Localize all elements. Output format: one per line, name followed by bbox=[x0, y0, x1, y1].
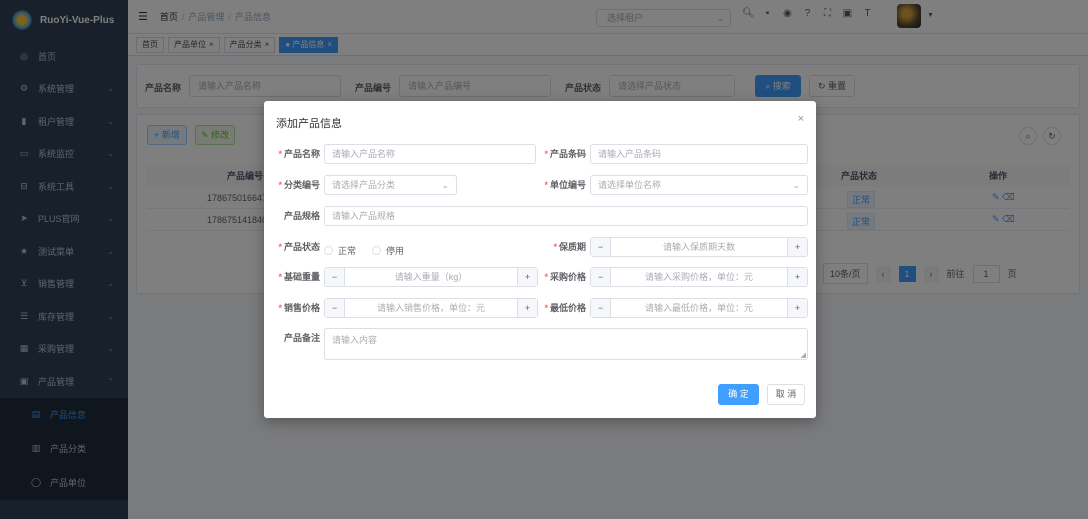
remark-textarea[interactable]: 请输入内容 ◢ bbox=[324, 328, 808, 360]
category-select[interactable]: 请选择产品分类 ⌄ bbox=[324, 175, 457, 195]
resize-handle-icon[interactable]: ◢ bbox=[801, 351, 806, 359]
spec-input[interactable]: 请输入产品规格 bbox=[324, 206, 808, 226]
product-name-input[interactable]: 请输入产品名称 bbox=[324, 144, 536, 164]
decrease-button[interactable]: − bbox=[591, 268, 611, 286]
purchase-price-label: * 采购价格 bbox=[544, 272, 586, 282]
status-label: * 产品状态 bbox=[278, 242, 320, 252]
decrease-button[interactable]: − bbox=[325, 268, 345, 286]
barcode-label: * 产品条码 bbox=[544, 149, 586, 159]
sale-price-stepper[interactable]: − 请输入销售价格，单位：元 + bbox=[324, 298, 538, 318]
spec-label: 产品规格 bbox=[283, 211, 320, 221]
category-label: * 分类编号 bbox=[278, 180, 320, 190]
increase-button[interactable]: + bbox=[787, 299, 807, 317]
weight-label: * 基础重量 bbox=[278, 272, 320, 282]
status-radio-disabled[interactable]: 停用 bbox=[372, 244, 404, 257]
cancel-button[interactable]: 取 消 bbox=[767, 384, 805, 405]
add-product-dialog: 添加产品信息 × * 产品名称 请输入产品名称 * 产品条码 请输入产品条码 * 分类… bbox=[264, 101, 816, 418]
name-label: * 产品名称 bbox=[278, 149, 320, 159]
remark-label: 产品备注 bbox=[283, 333, 320, 343]
status-radio-normal[interactable]: 正常 bbox=[324, 244, 356, 257]
decrease-button[interactable]: − bbox=[591, 238, 611, 256]
weight-stepper[interactable]: − 请输入重量（kg） + bbox=[324, 267, 538, 287]
increase-button[interactable]: + bbox=[787, 238, 807, 256]
purchase-price-stepper[interactable]: − 请输入采购价格，单位：元 + bbox=[590, 267, 808, 287]
decrease-button[interactable]: − bbox=[591, 299, 611, 317]
min-price-label: * 最低价格 bbox=[544, 303, 586, 313]
confirm-button[interactable]: 确 定 bbox=[718, 384, 759, 405]
chevron-down-icon: ⌄ bbox=[792, 180, 800, 190]
unit-select[interactable]: 请选择单位名称 ⌄ bbox=[590, 175, 808, 195]
dialog-title: 添加产品信息 bbox=[276, 118, 342, 130]
increase-button[interactable]: + bbox=[787, 268, 807, 286]
decrease-button[interactable]: − bbox=[325, 299, 345, 317]
min-price-stepper[interactable]: − 请输入最低价格，单位：元 + bbox=[590, 298, 808, 318]
unit-label: * 单位编号 bbox=[544, 180, 586, 190]
barcode-input[interactable]: 请输入产品条码 bbox=[590, 144, 808, 164]
sale-price-label: * 销售价格 bbox=[278, 303, 320, 313]
chevron-down-icon: ⌄ bbox=[441, 180, 449, 190]
shelf-life-label: * 保质期 bbox=[553, 242, 586, 252]
shelf-life-stepper[interactable]: − 请输入保质期天数 + bbox=[590, 237, 808, 257]
close-icon[interactable]: × bbox=[798, 113, 804, 125]
